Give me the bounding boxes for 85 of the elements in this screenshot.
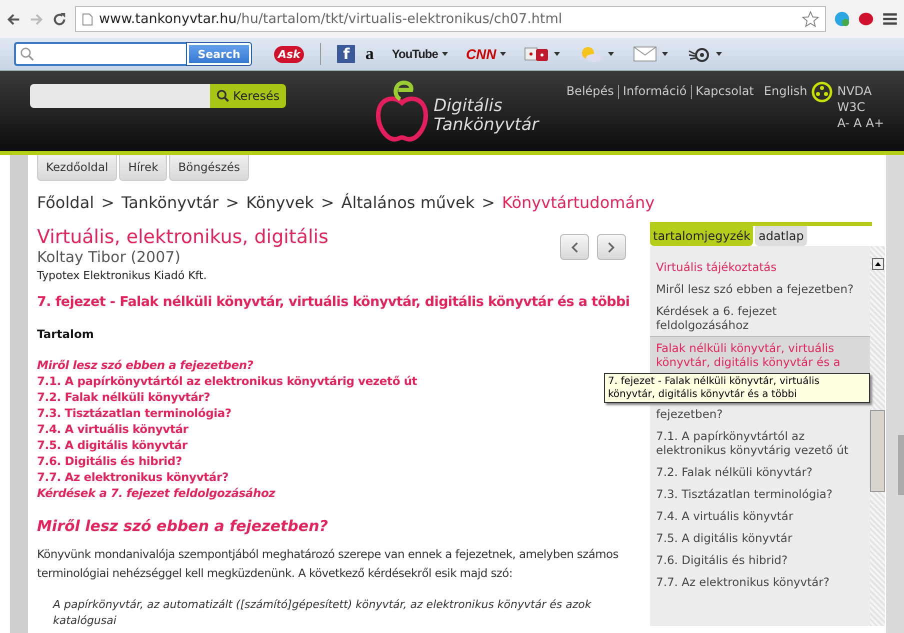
toc-item[interactable]: Miről lesz szó ebben a fejezetben? (650, 278, 870, 300)
site-search-field[interactable] (30, 84, 210, 108)
reload-icon[interactable] (52, 12, 67, 26)
toc-item[interactable]: 7.3. Tisztázatlan terminológia? (650, 483, 870, 505)
breadcrumb-separator: > (101, 193, 114, 212)
search-button[interactable]: Search (186, 42, 252, 66)
scrollbar[interactable] (870, 246, 885, 626)
contents-link[interactable]: Kérdések a 7. fejezet feldolgozásához (37, 485, 276, 501)
ask-icon[interactable] (858, 11, 874, 27)
toc-item[interactable]: 7.5. A digitális könyvtár (650, 527, 870, 549)
font-size-link[interactable]: A (854, 115, 862, 131)
back-icon[interactable] (6, 12, 21, 26)
breadcrumb-separator: > (320, 193, 334, 212)
accessibility-link[interactable]: W3C (837, 99, 884, 115)
previous-button[interactable] (560, 234, 589, 260)
nav-tab[interactable]: Kezdőoldal (37, 155, 118, 181)
contents-link[interactable]: 7.5. A digitális könyvtár (37, 437, 188, 453)
next-button[interactable] (597, 234, 626, 260)
contents-link[interactable]: 7.2. Falak nélküli könyvtár? (37, 389, 210, 405)
toc-item[interactable]: fejezetben? (650, 403, 870, 425)
scroll-up-icon[interactable] (872, 258, 884, 270)
document-icon (82, 12, 93, 26)
toc-item[interactable]: 7.1. A papírkönyvtártól az elektronikus könyvtárig vezető út (650, 425, 870, 461)
header-link[interactable]: Belépés (566, 83, 614, 99)
sidebar-tab[interactable]: adatlap (755, 226, 807, 246)
section-heading: Miről lesz szó ebben a fejezetben? (37, 517, 329, 535)
cnn-button[interactable]: CNN (466, 46, 496, 62)
chapter-heading: 7. fejezet - Falak nélküli könyvtár, virtuális könyvtár, digitális könyvtár és a többi (37, 294, 631, 310)
book-author: Koltay Tibor (2007) (37, 248, 182, 266)
font-size-link[interactable]: A+ (866, 115, 884, 131)
sidebar-tab[interactable]: tartalomjegyzék (650, 226, 754, 246)
book-title: Virtuális, elektronikus, digitális (37, 226, 328, 248)
search-field[interactable] (14, 42, 186, 66)
language-link[interactable]: English (764, 83, 808, 99)
contents-link[interactable]: 7.3. Tisztázatlan terminológia? (37, 405, 232, 421)
ask-button[interactable]: Ask (274, 46, 304, 62)
chevron-right-icon (607, 240, 616, 254)
breadcrumb-link[interactable]: Könyvek (246, 193, 314, 212)
search-icon (216, 89, 230, 103)
toc-item[interactable]: 7.2. Falak nélküli könyvtár? (650, 461, 870, 483)
logo-subtitle: Tankönyvtár (434, 116, 539, 135)
page-scrollbar[interactable] (898, 435, 904, 495)
paragraph: Könyvünk mondanivalója szempontjából meghatározó szerepe van ennek a fejezetnek, amelyben számos terminológiai nehézséggel kell megküzdenünk. A következő kérdésekről esik majd szó: (37, 546, 620, 582)
breadcrumb-link[interactable]: Főoldal (37, 193, 94, 212)
facebook-button[interactable]: f (337, 45, 356, 63)
accessibility-icon[interactable] (811, 81, 834, 103)
contents-link[interactable]: 7.4. A virtuális könyvtár (37, 421, 188, 437)
toc-item[interactable]: 7.6. Digitális és hibrid? (650, 549, 870, 571)
breadcrumb-link[interactable]: Tankönyvtár (121, 193, 219, 212)
dice-icon[interactable] (524, 45, 550, 63)
address-bar[interactable]: www.tankonyvtar.hu/hu/tartalom/tkt/virtualis-elektronikus/ch07.html (75, 6, 826, 32)
youtube-button[interactable]: YouTube (392, 47, 438, 61)
nav-tab[interactable]: Hírek (119, 155, 168, 181)
tooltip: 7. fejezet - Falak nélküli könyvtár, virtuális könyvtár, digitális könyvtár és a többi (604, 373, 870, 403)
search-icon (20, 47, 34, 61)
contents-link[interactable]: 7.7. Az elektronikus könyvtár? (37, 469, 228, 485)
breadcrumb-link[interactable]: Könyvtártudomány (502, 193, 655, 212)
toc-item[interactable]: Virtuális tájékoztatás (650, 256, 870, 278)
menu-icon[interactable] (882, 11, 898, 27)
star-icon[interactable] (802, 10, 819, 28)
breadcrumb-separator: > (482, 193, 496, 212)
header-link[interactable]: Kapcsolat (696, 83, 754, 99)
header-link[interactable]: Információ (622, 83, 687, 99)
contents-heading: Tartalom (37, 327, 95, 341)
breadcrumb-link[interactable]: Általános művek (341, 193, 475, 212)
amazon-button[interactable]: a (365, 44, 374, 64)
site-search-button[interactable]: Keresés (210, 84, 286, 108)
breadcrumb-separator: > (226, 193, 240, 212)
contents-link[interactable]: Miről lesz szó ebben a fejezetben? (37, 357, 254, 373)
scroll-thumb[interactable] (870, 410, 885, 492)
toc-item[interactable]: 7.4. A virtuális könyvtár (650, 505, 870, 527)
font-size-link[interactable]: A- (837, 115, 850, 131)
nav-tab[interactable]: Böngészés (169, 155, 249, 181)
accessibility-link[interactable]: NVDA (837, 83, 884, 99)
contents-link[interactable]: 7.6. Digitális és hibrid? (37, 453, 182, 469)
logo-title: Digitális (434, 97, 504, 116)
skype-icon[interactable] (834, 11, 850, 27)
quote: A papírkönyvtár, az automatizált ([számító]gépesített) könyvtár, az elektronikus könyvtár és azok katalógusai (53, 597, 592, 629)
contents-link[interactable]: 7.1. A papírkönyvtártól az elektronikus könyvtárig vezető út (37, 373, 418, 389)
mail-icon[interactable] (632, 45, 658, 63)
apple-logo-icon (374, 79, 430, 143)
chevron-left-icon (570, 240, 579, 254)
toc-item[interactable]: 7.7. Az elektronikus könyvtár? (650, 571, 870, 593)
publisher: Typotex Elektronikus Kiadó Kft. (37, 269, 208, 282)
toc-item[interactable]: Kérdések a 6. fejezet feldolgozásához (650, 300, 870, 336)
